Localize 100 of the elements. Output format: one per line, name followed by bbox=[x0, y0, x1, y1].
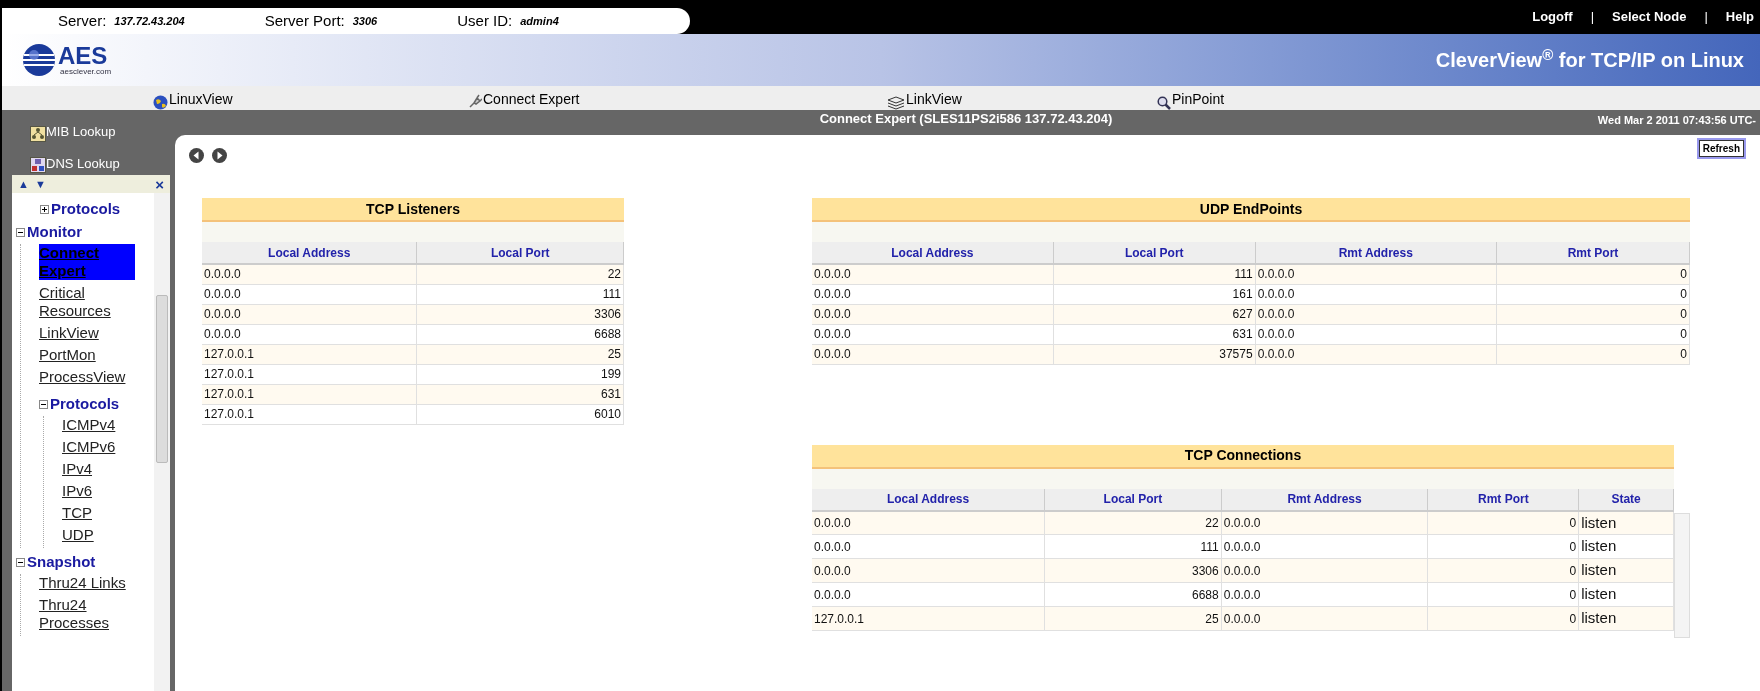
table-cell: 22 bbox=[1044, 510, 1222, 535]
collapse-icon[interactable] bbox=[16, 227, 25, 237]
table-cell: 0.0.0.0 bbox=[1221, 606, 1428, 631]
table-cell: 0.0.0.0 bbox=[1221, 582, 1428, 607]
table-cell: 127.0.0.1 bbox=[202, 364, 417, 384]
close-button[interactable]: × bbox=[155, 176, 164, 192]
table-cell: 111 bbox=[416, 284, 624, 304]
layers-icon bbox=[887, 96, 905, 110]
table-cell: 0.0.0.0 bbox=[812, 510, 1045, 535]
tree-item[interactable]: Thru24 Links bbox=[39, 574, 126, 592]
table-cell: 22 bbox=[416, 264, 624, 284]
server-info-value: 137.72.43.204 bbox=[114, 13, 185, 29]
table-cell: 199 bbox=[416, 364, 624, 384]
table-cell: 127.0.0.1 bbox=[202, 404, 417, 424]
table-cell: 0.0.0.0 bbox=[1221, 510, 1428, 535]
table-cell: 127.0.0.1 bbox=[202, 384, 417, 404]
table-cell: listen bbox=[1578, 510, 1674, 535]
table-cell: 0.0.0.0 bbox=[812, 558, 1045, 583]
table-cell: 0 bbox=[1496, 344, 1690, 364]
tool-link[interactable]: MIB Lookup bbox=[30, 122, 172, 142]
tree-item[interactable]: UDP bbox=[62, 526, 94, 544]
table-cell: 0 bbox=[1427, 510, 1579, 535]
scroll-down-button[interactable]: ▼ bbox=[34, 175, 46, 193]
table-cell: 0 bbox=[1427, 534, 1579, 559]
scrollbar-thumb[interactable] bbox=[156, 295, 168, 463]
server-info-label: Server Port: bbox=[264, 10, 345, 31]
table-cell: listen bbox=[1578, 534, 1674, 559]
header-link[interactable]: Logoff bbox=[1532, 7, 1573, 27]
table-cell: 6010 bbox=[416, 404, 624, 424]
column-header: Local Port bbox=[1044, 488, 1222, 511]
collapse-icon[interactable] bbox=[16, 557, 25, 567]
tree-group-item[interactable]: Protocols bbox=[50, 395, 120, 413]
scroll-up-button[interactable]: ▲ bbox=[18, 175, 29, 193]
table-cell: 0.0.0.0 bbox=[202, 284, 417, 304]
tree-item[interactable]: Critical Resources bbox=[39, 284, 135, 320]
table-cell: 0 bbox=[1496, 324, 1690, 344]
table-cell: 0.0.0.0 bbox=[1255, 324, 1497, 344]
tree-item[interactable]: IPv4 bbox=[62, 460, 92, 478]
timestamp: Wed Mar 2 2011 07:43:56 UTC- bbox=[1597, 113, 1756, 128]
table-cell: 25 bbox=[1044, 606, 1222, 631]
column-header: Rmt Port bbox=[1427, 488, 1579, 511]
tree-item[interactable]: ICMPv6 bbox=[62, 438, 116, 456]
tree-item[interactable]: PortMon bbox=[39, 346, 96, 364]
table-title: TCP Listeners bbox=[202, 198, 624, 222]
collapse-icon[interactable] bbox=[39, 399, 48, 409]
table-cell: 6688 bbox=[1044, 582, 1222, 607]
table-title: TCP Connections bbox=[812, 444, 1674, 469]
nav-link[interactable]: PinPoint bbox=[1157, 89, 1225, 110]
refresh-button[interactable]: Refresh bbox=[1696, 138, 1746, 159]
column-header: Rmt Port bbox=[1496, 242, 1690, 264]
table-cell: 0.0.0.0 bbox=[202, 304, 417, 324]
table-cell: 0 bbox=[1496, 304, 1690, 324]
table-cell: listen bbox=[1578, 558, 1674, 583]
table-cell: 0.0.0.0 bbox=[202, 264, 417, 284]
header-link[interactable]: Help bbox=[1725, 7, 1754, 27]
tree-item[interactable]: TCP bbox=[62, 504, 92, 522]
tree-group-item[interactable]: Protocols bbox=[51, 200, 121, 218]
nav-link[interactable]: Connect Expert bbox=[467, 89, 580, 110]
table-title: UDP EndPoints bbox=[812, 198, 1690, 222]
table-cell: 37575 bbox=[1053, 344, 1256, 364]
tree-item[interactable]: ProcessView bbox=[39, 368, 126, 386]
table-cell: 0.0.0.0 bbox=[812, 344, 1054, 364]
logo-site-text: aesclever.com bbox=[59, 68, 112, 76]
table-cell: 3306 bbox=[1044, 558, 1222, 583]
table-cell: 627 bbox=[1053, 304, 1256, 324]
nav-link[interactable]: LinkView bbox=[887, 89, 962, 110]
tree-item[interactable]: ICMPv4 bbox=[62, 416, 116, 434]
tree-item[interactable]: Thru24 Processes bbox=[39, 596, 135, 632]
search-icon bbox=[1157, 96, 1171, 110]
table-cell: listen bbox=[1578, 606, 1674, 631]
table-cell: 0 bbox=[1427, 558, 1579, 583]
tree-item[interactable]: IPv6 bbox=[62, 482, 92, 500]
tree-group-item[interactable]: Monitor bbox=[27, 223, 82, 241]
page-title: Connect Expert (SLES11PS2i586 137.72.43.204) bbox=[819, 109, 1113, 128]
tree-scrollbar[interactable] bbox=[154, 193, 170, 691]
column-header: Rmt Address bbox=[1255, 242, 1497, 264]
header-link[interactable]: Select Node bbox=[1612, 7, 1687, 27]
expand-icon[interactable] bbox=[40, 204, 49, 214]
table-cell: 127.0.0.1 bbox=[812, 606, 1045, 631]
table-cell: 111 bbox=[1053, 264, 1256, 284]
globe-icon bbox=[153, 95, 168, 110]
table-cell: 0.0.0.0 bbox=[812, 304, 1054, 324]
server-info-value: 3306 bbox=[352, 13, 378, 29]
table-cell: 0.0.0.0 bbox=[1255, 264, 1497, 284]
table-cell: 3306 bbox=[416, 304, 624, 324]
table-cell: 0.0.0.0 bbox=[812, 324, 1054, 344]
column-header: Local Address bbox=[812, 488, 1045, 511]
tree-item[interactable]: LinkView bbox=[39, 324, 99, 342]
table-scrollbar[interactable] bbox=[1674, 512, 1690, 638]
table-cell: 631 bbox=[416, 384, 624, 404]
table-cell: 0.0.0.0 bbox=[812, 582, 1045, 607]
server-info-label: Server: bbox=[58, 10, 107, 31]
nav-link[interactable]: LinuxView bbox=[153, 89, 233, 110]
tool-link[interactable]: DNS Lookup bbox=[30, 153, 172, 173]
table-cell: 0.0.0.0 bbox=[202, 324, 417, 344]
tree-group-item[interactable]: Snapshot bbox=[27, 553, 96, 571]
table-cell: 0.0.0.0 bbox=[1255, 344, 1497, 364]
column-header: Rmt Address bbox=[1221, 488, 1428, 511]
table-cell: 0.0.0.0 bbox=[1255, 284, 1497, 304]
table-cell: 0.0.0.0 bbox=[812, 264, 1054, 284]
